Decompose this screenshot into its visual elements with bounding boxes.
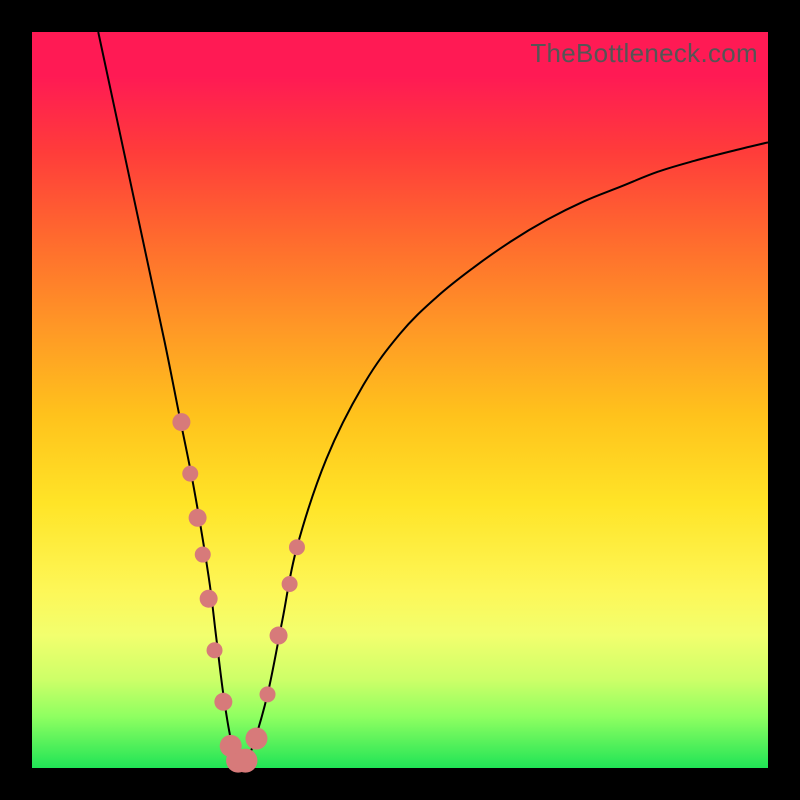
highlighted-point — [282, 576, 298, 592]
chart-plot-area: TheBottleneck.com — [32, 32, 768, 768]
highlighted-point — [260, 686, 276, 702]
highlighted-point — [207, 642, 223, 658]
highlighted-point — [214, 693, 232, 711]
highlighted-point — [182, 466, 198, 482]
chart-outer-frame: TheBottleneck.com — [0, 0, 800, 800]
highlighted-point — [270, 627, 288, 645]
highlighted-point — [289, 539, 305, 555]
highlighted-point — [245, 728, 267, 750]
chart-svg-layer — [32, 32, 768, 768]
highlighted-point — [189, 509, 207, 527]
highlighted-points-group — [172, 413, 305, 773]
bottleneck-curve — [98, 32, 768, 763]
highlighted-point — [172, 413, 190, 431]
highlighted-point — [195, 547, 211, 563]
highlighted-point — [233, 749, 257, 773]
highlighted-point — [200, 590, 218, 608]
